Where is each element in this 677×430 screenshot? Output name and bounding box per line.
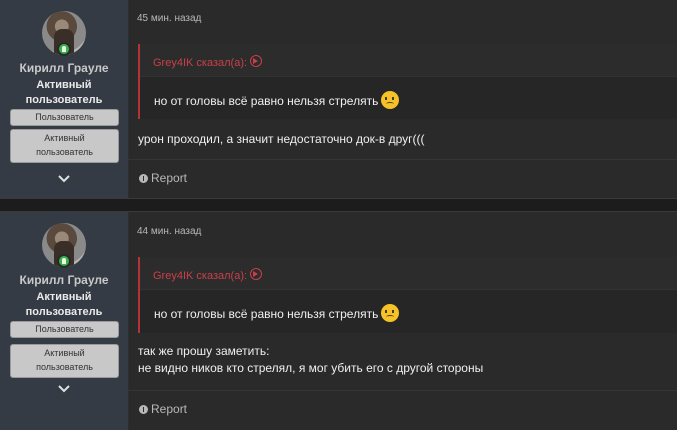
user-banner-active: Активный пользователь (10, 344, 119, 378)
report-label: Report (151, 402, 188, 416)
post-footer: Report (128, 390, 677, 429)
report-button[interactable]: Report (139, 171, 187, 185)
quote-author: Grey4IK сказал(а): (153, 57, 248, 69)
user-title: Активный пользователь (0, 290, 128, 320)
post-footer: Report (128, 159, 677, 198)
user-info-panel: Кирилл Грауле Активный пользователь Поль… (0, 212, 129, 430)
quote-header: Grey4IK сказал(а): (140, 257, 677, 290)
quote-text-content: но от головы всё равно нельзя стрелять (154, 94, 379, 108)
quote-link-icon (250, 268, 263, 280)
quote-author-link[interactable]: Grey4IK сказал(а): (153, 55, 263, 69)
username[interactable]: Кирилл Грауле (0, 61, 128, 75)
report-label: Report (151, 171, 188, 185)
user-banner-line2: пользователь (36, 362, 93, 372)
quote-text: но от головы всё равно нельзя стрелять (154, 91, 400, 109)
report-info-icon (139, 174, 148, 183)
report-info-icon (139, 405, 148, 414)
user-title-line2: пользователь (25, 306, 103, 318)
chevron-down-icon[interactable] (57, 174, 71, 184)
report-button[interactable]: Report (139, 402, 187, 416)
user-title-line1: Активный (36, 79, 92, 91)
user-title-line1: Активный (36, 291, 92, 303)
post-body: так же прошу заметить: не видно ников кт… (138, 343, 483, 377)
user-banner: Пользователь (10, 109, 119, 126)
sad-emoji-icon (381, 91, 400, 109)
online-status-icon (57, 254, 71, 268)
quote-header: Grey4IK сказал(а): (140, 44, 677, 77)
user-info-panel: Кирилл Грауле Активный пользователь Поль… (0, 0, 129, 198)
user-banner-line1: Активный (44, 133, 85, 143)
user-banner-line1: Активный (44, 348, 85, 358)
username[interactable]: Кирилл Грауле (0, 273, 128, 287)
post-time[interactable]: 45 мин. назад (137, 13, 201, 24)
post-body-line1: так же прошу заметить: (138, 344, 270, 358)
online-status-icon (57, 42, 71, 56)
user-banner-line2: пользователь (36, 147, 93, 157)
user-banner: Пользователь (10, 321, 119, 338)
post: Кирилл Грауле Активный пользователь Поль… (0, 211, 677, 430)
quote-author-link[interactable]: Grey4IK сказал(а): (153, 268, 263, 282)
user-title: Активный пользователь (0, 78, 128, 108)
quote-author: Grey4IK сказал(а): (153, 270, 248, 282)
post-body-line1: урон проходил, а значит недостаточно док… (138, 132, 425, 146)
post-time[interactable]: 44 мин. назад (137, 226, 201, 237)
quote-link-icon (250, 55, 263, 67)
user-title-line2: пользователь (25, 94, 103, 106)
quote-text-content: но от головы всё равно нельзя стрелять (154, 307, 379, 321)
quote-block: Grey4IK сказал(а): но от головы всё равн… (138, 44, 677, 119)
chevron-down-icon[interactable] (57, 384, 71, 394)
user-banner-active: Активный пользователь (10, 129, 119, 163)
quote-block: Grey4IK сказал(а): но от головы всё равн… (138, 257, 677, 333)
post-body: урон проходил, а значит недостаточно док… (138, 131, 425, 148)
post-body-line2: не видно ников кто стрелял, я мог убить … (138, 361, 484, 375)
sad-emoji-icon (381, 304, 400, 322)
quote-text: но от головы всё равно нельзя стрелять (154, 304, 400, 322)
post: Кирилл Грауле Активный пользователь Поль… (0, 0, 677, 199)
